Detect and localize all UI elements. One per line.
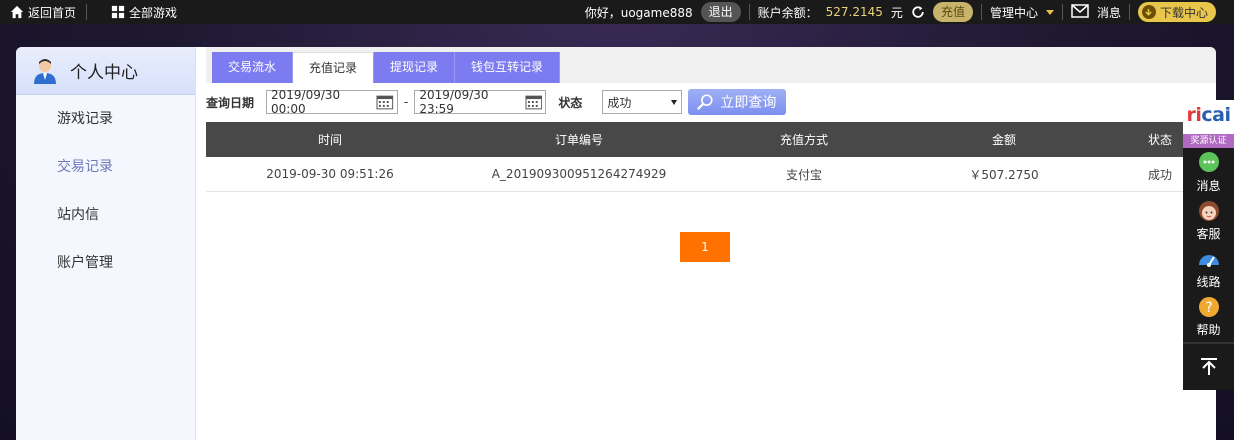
balance-unit: 元 <box>890 5 903 20</box>
right-item-label: 线路 <box>1196 274 1221 289</box>
right-item-help[interactable]: ? 帮助 <box>1183 292 1234 340</box>
help-icon: ? <box>1198 296 1219 317</box>
end-date-field[interactable]: 2019/09/30 23:59 <box>414 88 547 116</box>
cell-method: 支付宝 <box>785 167 822 182</box>
calendar-icon[interactable] <box>376 94 394 110</box>
brand-logo[interactable]: ricai 奖源认证 <box>1183 100 1234 148</box>
status-select[interactable]: 成功 <box>602 90 683 114</box>
cell-time: 2019-09-30 09:51:26 <box>266 167 394 181</box>
right-item-message[interactable]: 消息 <box>1183 148 1234 196</box>
right-menu: 消息 客服 线路 ? 帮助 <box>1183 148 1234 342</box>
download-icon <box>1141 5 1156 19</box>
speedometer-icon <box>1198 254 1219 267</box>
status-label: 状态 <box>558 95 583 110</box>
tab-withdraw-records[interactable]: 提现记录 <box>374 52 456 83</box>
right-item-support[interactable]: 客服 <box>1183 196 1234 244</box>
chat-icon <box>1198 151 1219 172</box>
col-header-amount: 金额 <box>991 133 1016 147</box>
brand-name: ricai <box>1186 104 1232 126</box>
right-item-label: 消息 <box>1196 178 1221 193</box>
top-bar: 返回首页 全部游戏 你好，uogame888 退出 账户余额： 527.2145… <box>0 0 1234 24</box>
sidebar: 个人中心 游戏记录 交易记录 站内信 账户管理 <box>16 47 196 440</box>
divider <box>1061 4 1063 20</box>
query-bar: 查询日期 2019/09/30 00:00 - 2019/09/30 23:59… <box>206 88 787 116</box>
right-item-route[interactable]: 线路 <box>1183 244 1234 292</box>
page-button-1[interactable]: 1 <box>680 232 730 262</box>
divider <box>980 4 982 20</box>
right-float-bar: ricai 奖源认证 消息 客服 线路 ? 帮助 <box>1183 100 1234 390</box>
start-date-field[interactable]: 2019/09/30 00:00 <box>266 88 399 116</box>
greeting: 你好，uogame888 <box>584 5 693 20</box>
chevron-down-icon <box>671 99 678 105</box>
message-link[interactable]: 消息 <box>1097 4 1121 21</box>
query-button[interactable]: 立即查询 <box>688 89 787 115</box>
tab-recharge-records[interactable]: 充值记录 <box>293 52 375 83</box>
user-icon <box>34 58 56 84</box>
date-separator: - <box>404 95 409 109</box>
date-label: 查询日期 <box>206 95 255 110</box>
sidebar-item-game-records[interactable]: 游戏记录 <box>16 95 195 143</box>
col-header-time: 时间 <box>317 133 342 147</box>
tab-transaction-flow[interactable]: 交易流水 <box>212 52 294 83</box>
right-item-label: 帮助 <box>1196 322 1221 337</box>
refresh-icon[interactable] <box>911 5 925 19</box>
sidebar-title: 个人中心 <box>70 63 138 83</box>
content-area: 交易流水 充值记录 提现记录 钱包互转记录 查询日期 2019/09/30 00… <box>206 47 1216 440</box>
home-link[interactable]: 返回首页 <box>0 0 86 24</box>
arrow-up-icon <box>1200 358 1217 375</box>
table-row: 2019-09-30 09:51:26 A_201909300951264274… <box>206 157 1216 192</box>
main-panel: 个人中心 游戏记录 交易记录 站内信 账户管理 交易流水 充值记录 提现记录 钱… <box>16 47 1216 440</box>
tab-wallet-transfer-records[interactable]: 钱包互转记录 <box>455 52 561 83</box>
support-agent-icon <box>1198 200 1219 221</box>
download-center-button[interactable]: 下载中心 <box>1137 2 1216 22</box>
home-label: 返回首页 <box>28 5 77 20</box>
sidebar-header: 个人中心 <box>16 47 195 95</box>
manage-center-link[interactable]: 管理中心 <box>990 4 1038 21</box>
table-header: 时间 订单编号 充值方式 金额 状态 <box>206 122 1216 157</box>
cert-label: 奖源认证 <box>1183 134 1234 148</box>
logout-button[interactable]: 退出 <box>700 2 741 22</box>
status-select-value: 成功 <box>607 95 632 110</box>
chevron-down-icon[interactable] <box>1045 9 1054 15</box>
calendar-icon[interactable] <box>525 94 543 110</box>
start-date-value: 2019/09/30 00:00 <box>271 88 341 116</box>
cell-amount: ￥507.2750 <box>969 167 1039 182</box>
cell-order-no: A_20190930095126427492​9 <box>491 167 667 181</box>
col-header-method: 充值方式 <box>779 133 828 147</box>
balance-label: 账户余额： <box>757 5 818 20</box>
mail-icon[interactable] <box>1071 3 1089 21</box>
sidebar-item-inbox[interactable]: 站内信 <box>16 191 195 239</box>
divider <box>748 4 750 20</box>
grid-icon <box>111 5 125 19</box>
right-item-label: 客服 <box>1196 226 1221 241</box>
records-table: 时间 订单编号 充值方式 金额 状态 2019-09-30 09:51:26 A… <box>206 122 1216 192</box>
tab-bar: 交易流水 充值记录 提现记录 钱包互转记录 <box>212 52 561 83</box>
end-date-value: 2019/09/30 23:59 <box>419 88 489 116</box>
divider <box>1128 4 1130 20</box>
balance-value: 527.2145 <box>825 5 883 19</box>
all-games-link[interactable]: 全部游戏 <box>87 0 187 24</box>
download-label: 下载中心 <box>1159 5 1208 20</box>
sidebar-item-transaction-records[interactable]: 交易记录 <box>16 143 195 191</box>
back-to-top-button[interactable] <box>1183 342 1234 390</box>
all-games-label: 全部游戏 <box>129 5 178 20</box>
search-icon <box>697 94 713 110</box>
col-header-order-no: 订单编号 <box>554 133 603 147</box>
home-icon <box>10 5 24 19</box>
recharge-button[interactable]: 充值 <box>932 2 973 22</box>
query-button-label: 立即查询 <box>720 95 777 111</box>
sidebar-item-account-management[interactable]: 账户管理 <box>16 239 195 287</box>
svg-text:?: ? <box>1205 300 1212 316</box>
